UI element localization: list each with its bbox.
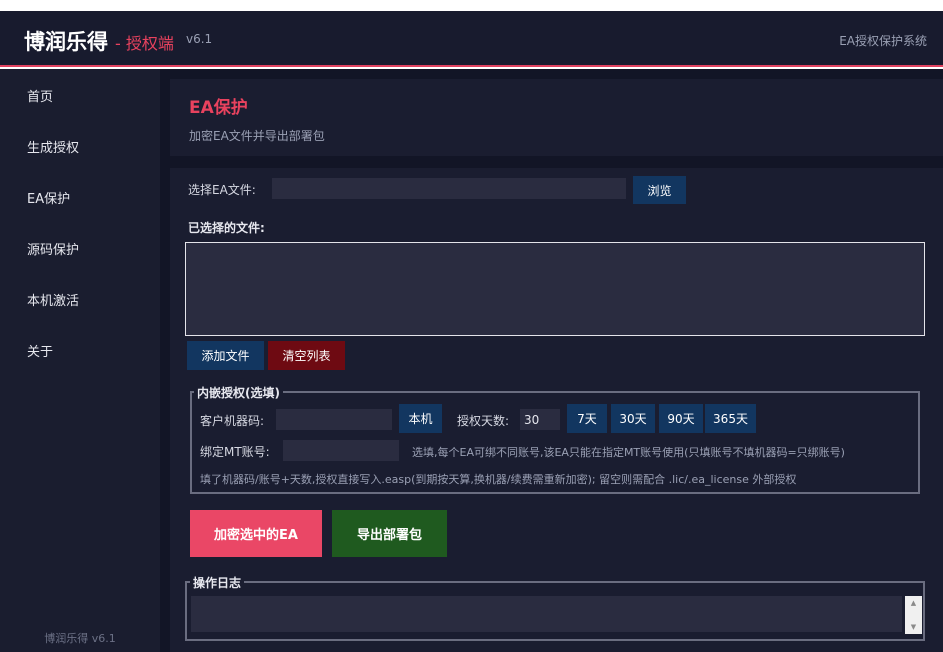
scroll-down-icon[interactable]: ▼ (905, 621, 922, 633)
page-title: EA保护 (189, 98, 248, 118)
embedded-auth-legend: 内嵌授权(选填) (194, 384, 283, 401)
page-header-card: EA保护 加密EA文件并导出部署包 (170, 79, 943, 156)
export-deploy-package-button[interactable]: 导出部署包 (332, 510, 447, 557)
app-header: 博润乐得 - 授权端 v6.1 EA授权保护系统 (0, 11, 943, 67)
days-90-button[interactable]: 90天 (659, 404, 703, 433)
window-top-strip (0, 0, 943, 11)
machine-code-input[interactable] (276, 409, 392, 430)
sidebar: 首页 生成授权 EA保护 源码保护 本机激活 关于 博润乐得 v6.1 (0, 69, 160, 652)
mt-account-label: 绑定MT账号: (200, 445, 270, 459)
mt-account-hint: 选填,每个EA可绑不同账号,该EA只能在指定MT账号使用(只填账号不填机器码=只… (412, 446, 845, 459)
sidebar-item-generate-license[interactable]: 生成授权 (27, 137, 79, 156)
selected-files-list[interactable] (185, 242, 925, 336)
sidebar-item-home[interactable]: 首页 (27, 86, 53, 105)
clear-list-button[interactable]: 清空列表 (268, 341, 345, 370)
brand-name: 博润乐得 (24, 30, 108, 54)
brand-subtitle: - 授权端 (115, 34, 174, 53)
operation-log-textarea[interactable] (191, 596, 902, 632)
main-content: EA保护 加密EA文件并导出部署包 选择EA文件: 浏览 已选择的文件: 添加文… (160, 69, 943, 652)
mt-account-input[interactable] (283, 440, 399, 461)
sidebar-item-ea-protect[interactable]: EA保护 (27, 188, 70, 207)
operation-log-legend: 操作日志 (190, 574, 245, 591)
sidebar-item-local-activate[interactable]: 本机激活 (27, 290, 79, 309)
license-days-label: 授权天数: (457, 414, 510, 428)
sidebar-item-about[interactable]: 关于 (27, 341, 53, 360)
header-system-title: EA授权保护系统 (839, 34, 927, 48)
days-30-button[interactable]: 30天 (611, 404, 655, 433)
add-file-button[interactable]: 添加文件 (187, 341, 264, 370)
embedded-auth-hint: 填了机器码/账号+天数,授权直接写入.easp(到期按天算,换机器/续费需重新加… (200, 473, 797, 486)
ea-protect-panel: 选择EA文件: 浏览 已选择的文件: 添加文件 清空列表 内嵌授权(选填) 客户… (170, 168, 943, 652)
sidebar-item-source-protect[interactable]: 源码保护 (27, 239, 79, 258)
scroll-up-icon[interactable]: ▲ (905, 597, 922, 609)
brand-version: v6.1 (186, 32, 213, 46)
page-subtitle: 加密EA文件并导出部署包 (189, 129, 325, 143)
license-days-input[interactable] (520, 409, 560, 430)
local-machine-button[interactable]: 本机 (399, 404, 442, 433)
machine-code-label: 客户机器码: (200, 414, 265, 428)
select-ea-file-label: 选择EA文件: (188, 183, 256, 197)
browse-button[interactable]: 浏览 (633, 176, 686, 204)
sidebar-footer-version: 博润乐得 v6.1 (44, 632, 116, 645)
log-scrollbar[interactable]: ▲ ▼ (905, 596, 922, 634)
encrypt-selected-ea-button[interactable]: 加密选中的EA (190, 510, 322, 557)
selected-files-label: 已选择的文件: (188, 221, 265, 235)
days-7-button[interactable]: 7天 (567, 404, 607, 433)
days-365-button[interactable]: 365天 (705, 404, 756, 433)
ea-file-path-input[interactable] (272, 178, 626, 199)
